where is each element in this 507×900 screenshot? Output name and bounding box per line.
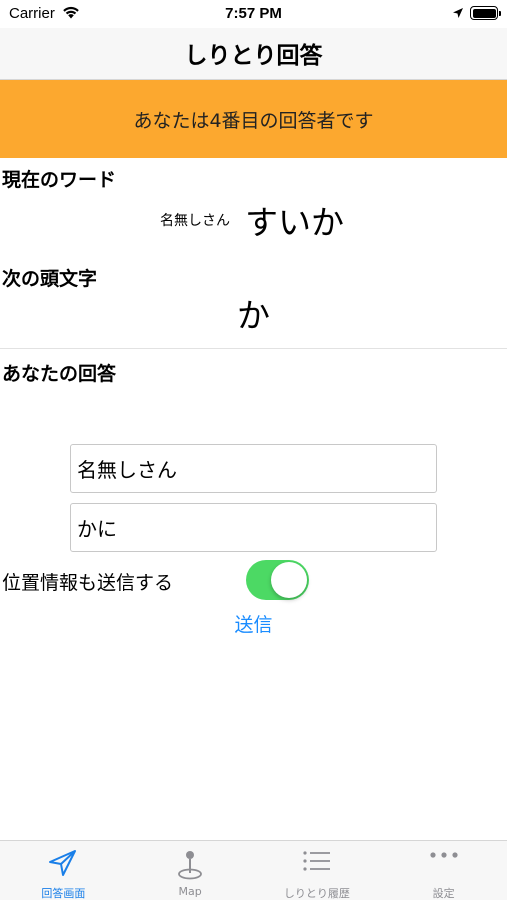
- location-toggle-label: 位置情報も送信する: [2, 572, 174, 594]
- answer-label: あなたの回答: [2, 363, 117, 385]
- section-divider: [0, 348, 507, 349]
- current-word-author: 名無しさん: [160, 213, 230, 229]
- list-icon: [303, 851, 330, 871]
- name-input[interactable]: [70, 444, 437, 493]
- tab-settings[interactable]: 設定: [380, 841, 507, 900]
- location-services-icon: [453, 8, 463, 18]
- respondent-banner: あなたは4番目の回答者です: [0, 80, 507, 158]
- tab-history[interactable]: しりとり履歴: [254, 841, 381, 900]
- toggle-knob: [271, 562, 307, 598]
- tab-map-label: Map: [178, 885, 202, 898]
- tab-settings-label: 設定: [432, 887, 455, 900]
- page-title: しりとり回答: [184, 43, 323, 69]
- answer-input[interactable]: [70, 503, 437, 552]
- location-toggle[interactable]: [246, 560, 309, 600]
- next-char-label: 次の頭文字: [2, 268, 98, 290]
- current-word-label: 現在のワード: [2, 169, 117, 191]
- paper-plane-icon: [49, 850, 77, 876]
- tab-history-label: しりとり履歴: [283, 887, 350, 900]
- status-bar: Carrier 7:57 PM: [0, 0, 507, 28]
- battery-icon: [470, 6, 501, 20]
- status-time: 7:57 PM: [225, 5, 282, 22]
- next-char-value: か: [237, 296, 270, 335]
- more-icon: [430, 852, 458, 858]
- current-word-value: すいか: [245, 203, 344, 242]
- tab-map[interactable]: Map: [127, 841, 254, 900]
- send-button[interactable]: 送信: [0, 610, 507, 637]
- map-pin-icon: [178, 851, 203, 880]
- tab-bar: 回答画面 Map しりとり履歴 設定: [0, 840, 507, 900]
- tab-answer-label: 回答画面: [41, 887, 86, 900]
- respondent-banner-text: あなたは4番目の回答者です: [133, 109, 374, 132]
- tab-answer[interactable]: 回答画面: [0, 841, 127, 900]
- navigation-bar: しりとり回答: [0, 28, 507, 80]
